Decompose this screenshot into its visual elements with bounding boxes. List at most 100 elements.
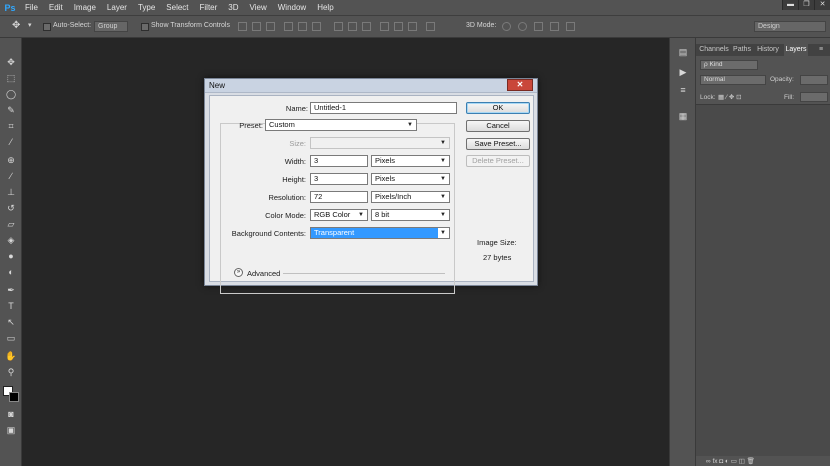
fill-field[interactable] <box>800 92 828 102</box>
menu-select[interactable]: Select <box>161 0 194 15</box>
auto-align-icon[interactable] <box>426 22 435 31</box>
brush-tool-icon[interactable]: ∕ <box>5 170 17 182</box>
actions-panel-icon[interactable]: ▶ <box>677 66 689 78</box>
menu-type[interactable]: Type <box>133 0 161 15</box>
width-unit-dropdown[interactable]: Pixels ▼ <box>371 155 450 167</box>
auto-select-dropdown[interactable]: Group <box>94 21 128 32</box>
menu-view[interactable]: View <box>245 0 273 15</box>
path-select-tool-icon[interactable]: ↖ <box>5 316 17 328</box>
distribute-right-icon[interactable] <box>408 22 417 31</box>
layer-filter-dropdown[interactable]: ρ Kind <box>700 60 758 70</box>
distribute-bottom-icon[interactable] <box>362 22 371 31</box>
shape-tool-icon[interactable]: ▭ <box>5 332 17 344</box>
width-input[interactable]: 3 <box>310 155 368 167</box>
marquee-tool-icon[interactable]: ⬚ <box>5 72 17 84</box>
blend-mode-dropdown[interactable]: Normal <box>700 75 766 85</box>
tool-preset-chevron-icon[interactable]: ▾ <box>28 21 32 29</box>
close-window-button[interactable]: ✕ <box>814 0 830 10</box>
screen-mode-icon[interactable]: ▣ <box>5 424 17 436</box>
menu-filter[interactable]: Filter <box>195 0 224 15</box>
panel-tabs: Channels Paths History Layers ≡ <box>696 44 830 56</box>
lasso-tool-icon[interactable]: ◯ <box>5 88 17 100</box>
resolution-unit-dropdown[interactable]: Pixels/Inch ▼ <box>371 191 450 203</box>
healing-brush-tool-icon[interactable]: ⊕ <box>5 154 17 166</box>
menu-layer[interactable]: Layer <box>102 0 133 15</box>
width-unit-value: Pixels <box>375 156 396 165</box>
tab-paths[interactable]: Paths <box>732 44 752 56</box>
height-input[interactable]: 3 <box>310 173 368 185</box>
zoom-tool-icon[interactable]: ⚲ <box>5 366 17 378</box>
align-right-icon[interactable] <box>312 22 321 31</box>
tab-history[interactable]: History <box>754 44 782 56</box>
pen-tool-icon[interactable]: ✒ <box>5 284 17 296</box>
advanced-label[interactable]: Advanced <box>247 269 280 278</box>
panel-menu-icon[interactable]: ≡ <box>814 44 828 56</box>
align-top-icon[interactable] <box>238 22 247 31</box>
lock-pixels-icon[interactable]: ▦ ⁄ ✥ ⊡ <box>718 93 742 101</box>
restore-button[interactable]: ❐ <box>798 0 814 10</box>
advanced-toggle-icon[interactable]: » <box>234 268 243 277</box>
layers-footer: ∞ fx ◘ ◐ ▭ ◫ 🗑 <box>696 456 830 466</box>
3d-pan-icon[interactable] <box>534 22 543 31</box>
color-mode-dropdown[interactable]: RGB Color ▼ <box>310 209 368 221</box>
hand-tool-icon[interactable]: ✋ <box>5 350 17 362</box>
eraser-tool-icon[interactable]: ▱ <box>5 218 17 230</box>
align-hcenter-icon[interactable] <box>298 22 307 31</box>
background-contents-dropdown[interactable]: Transparent ▼ <box>310 227 450 239</box>
align-bottom-icon[interactable] <box>266 22 275 31</box>
workspace-dropdown[interactable]: Design <box>754 21 826 32</box>
menu-edit[interactable]: Edit <box>44 0 69 15</box>
minimize-button[interactable]: ▬ <box>782 0 798 10</box>
move-tool-icon[interactable]: ✥ <box>5 56 17 68</box>
3d-scale-icon[interactable] <box>566 22 575 31</box>
menu-file[interactable]: File <box>20 0 44 15</box>
paint-bucket-tool-icon[interactable]: ◈ <box>5 234 17 246</box>
3d-rotate-icon[interactable] <box>502 22 511 31</box>
menu-image[interactable]: Image <box>69 0 102 15</box>
distribute-hcenter-icon[interactable] <box>394 22 403 31</box>
preset-dropdown[interactable]: Custom ▼ <box>265 119 417 131</box>
background-color-swatch[interactable] <box>9 392 19 402</box>
distribute-top-icon[interactable] <box>334 22 343 31</box>
height-unit-dropdown[interactable]: Pixels ▼ <box>371 173 450 185</box>
blur-tool-icon[interactable]: ● <box>5 250 17 262</box>
align-left-icon[interactable] <box>284 22 293 31</box>
crop-tool-icon[interactable]: ⌗ <box>5 120 17 132</box>
tab-channels[interactable]: Channels <box>698 44 730 56</box>
move-tool-icon[interactable]: ✥ <box>12 20 20 31</box>
layers-footer-icons[interactable]: ∞ fx ◘ ◐ ▭ ◫ 🗑 <box>706 457 755 465</box>
menu-window[interactable]: Window <box>273 0 312 15</box>
tab-layers[interactable]: Layers <box>784 44 808 56</box>
align-vcenter-icon[interactable] <box>252 22 261 31</box>
history-brush-tool-icon[interactable]: ↺ <box>5 202 17 214</box>
3d-slide-icon[interactable] <box>550 22 559 31</box>
eyedropper-tool-icon[interactable]: ⁄ <box>5 136 17 148</box>
dialog-close-button[interactable]: ✕ <box>507 79 533 91</box>
show-transform-checkbox[interactable] <box>141 23 149 31</box>
dodge-tool-icon[interactable]: ◐ <box>5 266 17 278</box>
name-input[interactable]: Untitled-1 <box>310 102 457 114</box>
opacity-field[interactable] <box>800 75 828 85</box>
history-panel-icon[interactable]: ▤ <box>677 46 689 58</box>
distribute-vcenter-icon[interactable] <box>348 22 357 31</box>
chevron-down-icon: ▼ <box>358 212 364 218</box>
bit-depth-dropdown[interactable]: 8 bit ▼ <box>371 209 450 221</box>
menu-help[interactable]: Help <box>312 0 339 15</box>
type-tool-icon[interactable]: T <box>5 300 17 312</box>
save-preset-button[interactable]: Save Preset... <box>466 138 530 150</box>
adjust-panel-icon[interactable]: ≡ <box>677 84 689 96</box>
resolution-input[interactable]: 72 <box>310 191 368 203</box>
properties-panel-icon[interactable]: ▦ <box>677 110 689 122</box>
quick-select-tool-icon[interactable]: ✎ <box>5 104 17 116</box>
ok-button[interactable]: OK <box>466 102 530 114</box>
size-dropdown: ▼ <box>310 137 450 149</box>
cancel-button[interactable]: Cancel <box>466 120 530 132</box>
menu-3d[interactable]: 3D <box>223 0 244 15</box>
quick-mask-icon[interactable]: ◙ <box>5 408 17 420</box>
clone-stamp-tool-icon[interactable]: ⊥ <box>5 186 17 198</box>
distribute-left-icon[interactable] <box>380 22 389 31</box>
chevron-down-icon: ▼ <box>440 230 446 236</box>
3d-roll-icon[interactable] <box>518 22 527 31</box>
background-contents-value: Transparent <box>311 228 438 238</box>
auto-select-checkbox[interactable] <box>43 23 51 31</box>
